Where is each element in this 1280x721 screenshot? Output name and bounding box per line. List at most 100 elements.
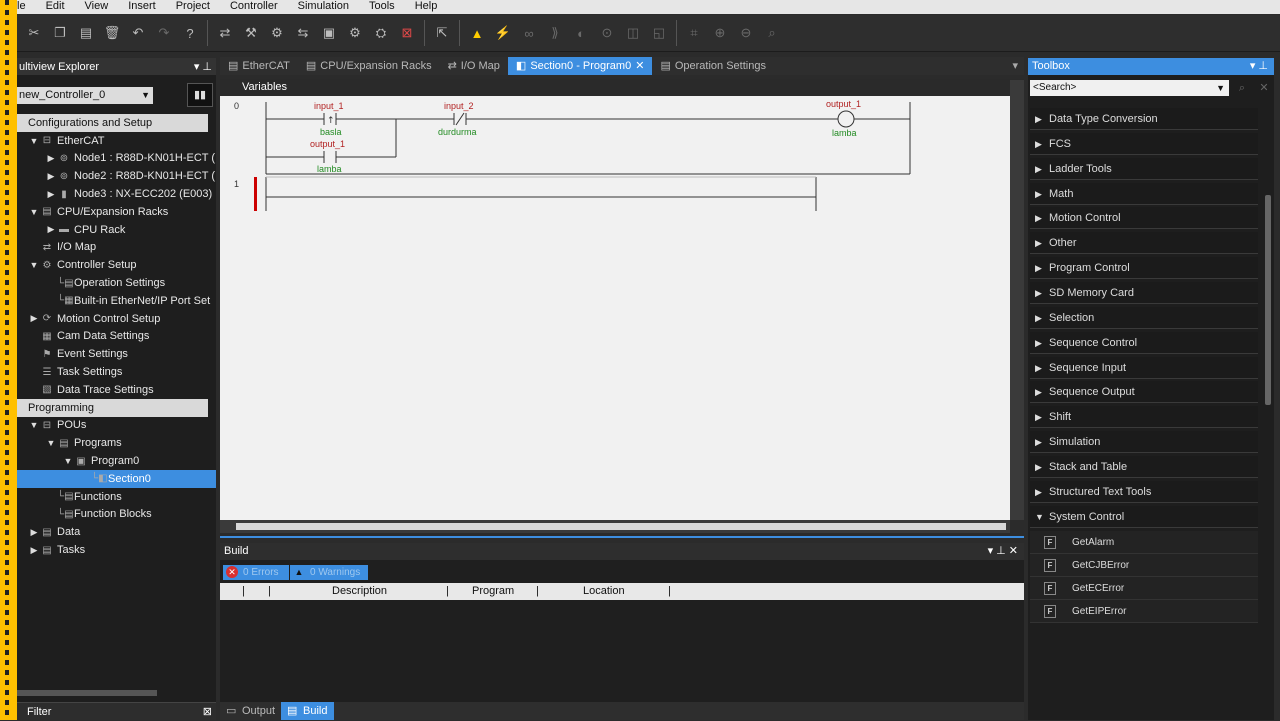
tree-item[interactable]: ▶ ⟳ Motion Control Setup [17,310,216,328]
toolbox-scrollbar[interactable] [1265,195,1271,405]
online-icon[interactable]: ⇄ [212,20,238,46]
compare-icon[interactable]: ▣ [316,20,342,46]
tree-item[interactable]: ▶ ⊚ Node1 : R88D-KN01H-ECT ( [17,150,216,168]
scroll-thumb[interactable] [236,523,1006,530]
tree-item[interactable]: └▦ Built-in EtherNet/IP Port Set [17,292,216,310]
column-divider[interactable]: | [536,585,539,597]
watch-icon[interactable]: ◱ [646,20,672,46]
tree-item[interactable]: ▶ ▬ CPU Rack [17,221,216,239]
breakpoint-icon[interactable]: ◫ [620,20,646,46]
errors-filter-button[interactable]: ✕ 0 Errors [223,565,289,580]
toolbox-category[interactable]: ▶ Other [1030,232,1258,255]
toolbox-category[interactable]: ▶ Simulation [1030,431,1258,454]
paste-icon[interactable]: ▤ [73,20,99,46]
tree-item[interactable]: ▶ ▮ Node3 : NX-ECC202 (E003) [17,185,216,203]
toolbox-category[interactable]: ▶ Structured Text Tools [1030,480,1258,503]
tree-item[interactable]: ▶ ▤ Data [17,523,216,541]
tree-item[interactable]: └▤ Functions [17,488,216,506]
menu-edit[interactable]: Edit [36,0,75,14]
tree-item[interactable]: ☰ Task Settings [17,363,216,381]
chevron-down-icon[interactable]: ▼ [1216,80,1225,96]
toolbox-category[interactable]: ▶ Math [1030,182,1258,205]
warnings-filter-button[interactable]: ▲ 0 Warnings [290,565,368,580]
pin-icon[interactable]: ▾ ⊥ [1250,58,1268,75]
expand-toggle-icon[interactable]: ▼ [62,456,74,466]
expand-toggle-icon[interactable]: ▶ [28,545,40,556]
toolbox-category[interactable]: ▶ Data Type Conversion [1030,108,1258,130]
expand-toggle-icon[interactable]: ▼ [28,136,40,146]
step-icon[interactable]: ⟫ [542,20,568,46]
expand-toggle-icon[interactable]: ▶ [45,153,57,164]
expand-toggle-icon[interactable]: ▶ [28,313,40,324]
expand-toggle-icon[interactable]: ▶ [45,224,57,235]
tree-item[interactable]: ▧ Data Trace Settings [17,381,216,399]
warning-icon[interactable]: ▲ [464,20,490,46]
tree-item[interactable]: └▤ Function Blocks [17,506,216,524]
column-description[interactable]: Description [332,585,387,597]
set-icon[interactable]: ⚡ [490,20,516,46]
toolbox-category[interactable]: ▶ Sequence Control [1030,331,1258,354]
tabs-overflow-icon[interactable]: ▾ [1012,57,1024,75]
column-location[interactable]: Location [583,585,625,597]
search-icon[interactable]: ⌕ [1234,80,1250,96]
tree-item[interactable]: ▶ ⊚ Node2 : R88D-KN01H-ECT ( [17,167,216,185]
tree-item[interactable]: ⚑ Event Settings [17,345,216,363]
menu-simulation[interactable]: Simulation [288,0,359,14]
monitor-icon[interactable]: ⛭ [368,20,394,46]
tree-item[interactable]: ▦ Cam Data Settings [17,328,216,346]
menu-view[interactable]: View [75,0,119,14]
controller-dropdown[interactable]: new_Controller_0 ▼ [17,86,153,104]
toolbox-category[interactable]: ▶ FCS [1030,132,1258,155]
contact-input-2[interactable] [453,112,467,126]
tree-item[interactable]: ▼ ▤ CPU/Expansion Racks [17,203,216,221]
menu-help[interactable]: Help [405,0,448,14]
tab-io-map[interactable]: ⇄ I/O Map [440,57,508,75]
toolbox-category[interactable]: ▼ System Control [1030,505,1258,528]
tab-ethercat[interactable]: ▤ EtherCAT [220,57,298,75]
variables-bar[interactable]: Variables [220,79,1024,96]
tab-build[interactable]: ▤ Build [281,702,334,720]
toolbox-function[interactable]: F GetCJBError [1030,554,1258,578]
close-icon[interactable]: ✕ [635,57,644,75]
toolbox-category[interactable]: ▶ Ladder Tools [1030,157,1258,180]
clear-search-icon[interactable]: ✕ [1256,80,1272,96]
copy-icon[interactable]: ❐ [47,20,73,46]
toolbox-function[interactable]: F GetEIPError [1030,600,1258,624]
tree-item[interactable]: ▼ ⊟ POUs [17,417,216,435]
expand-toggle-icon[interactable]: ▶ [45,171,57,182]
column-divider[interactable]: | [668,585,671,597]
toolbox-search-input[interactable]: <Search> ▼ [1030,80,1229,96]
expand-toggle-icon[interactable]: ▼ [28,420,40,430]
reset-icon[interactable]: ⊙ [594,20,620,46]
build-icon[interactable]: ⚒ [238,20,264,46]
sync-icon[interactable]: ⚙ [342,20,368,46]
toolbox-category[interactable]: ▶ Sequence Output [1030,381,1258,404]
column-divider[interactable]: | [242,585,245,597]
zoom-in-icon[interactable]: ⊕ [707,20,733,46]
contact-output-1[interactable] [323,151,337,163]
zoom-fit-icon[interactable]: ⌗ [681,20,707,46]
tab-cpu-racks[interactable]: ▤ CPU/Expansion Racks [298,57,440,75]
pause-icon[interactable]: ◐ [568,20,594,46]
column-divider[interactable]: | [268,585,271,597]
stop-icon[interactable]: ⊠ [394,20,420,46]
tree-item[interactable]: ▼ ▣ Program0 [17,452,216,470]
tab-operation-settings[interactable]: ▤ Operation Settings [652,57,774,75]
menu-tools[interactable]: Tools [359,0,405,14]
force-icon[interactable]: ⇱ [429,20,455,46]
splitter[interactable] [220,536,1024,538]
tree-item[interactable]: └◧ Section0 [17,469,216,488]
rebuild-icon[interactable]: ⚙ [264,20,290,46]
zoom-reset-icon[interactable]: ⌕ [759,20,785,46]
tree-category[interactable]: Programming [17,398,208,417]
tree-item[interactable]: └▤ Operation Settings [17,274,216,292]
ladder-editor[interactable]: ↑ 0 1 input_1 basla input_2 durdurma out… [220,96,1010,520]
menu-project[interactable]: Project [166,0,220,14]
pin-icon[interactable]: ▾ ⊥ [194,60,212,73]
zoom-out-icon[interactable]: ⊖ [733,20,759,46]
tab-section0[interactable]: ◧ Section0 - Program0 ✕ [507,57,653,75]
toolbox-function[interactable]: F GetECError [1030,577,1258,601]
tree-item[interactable]: ▼ ⊟ EtherCAT [17,132,216,150]
toolbox-category[interactable]: ▶ Stack and Table [1030,455,1258,478]
toolbox-category[interactable]: ▶ Shift [1030,406,1258,429]
